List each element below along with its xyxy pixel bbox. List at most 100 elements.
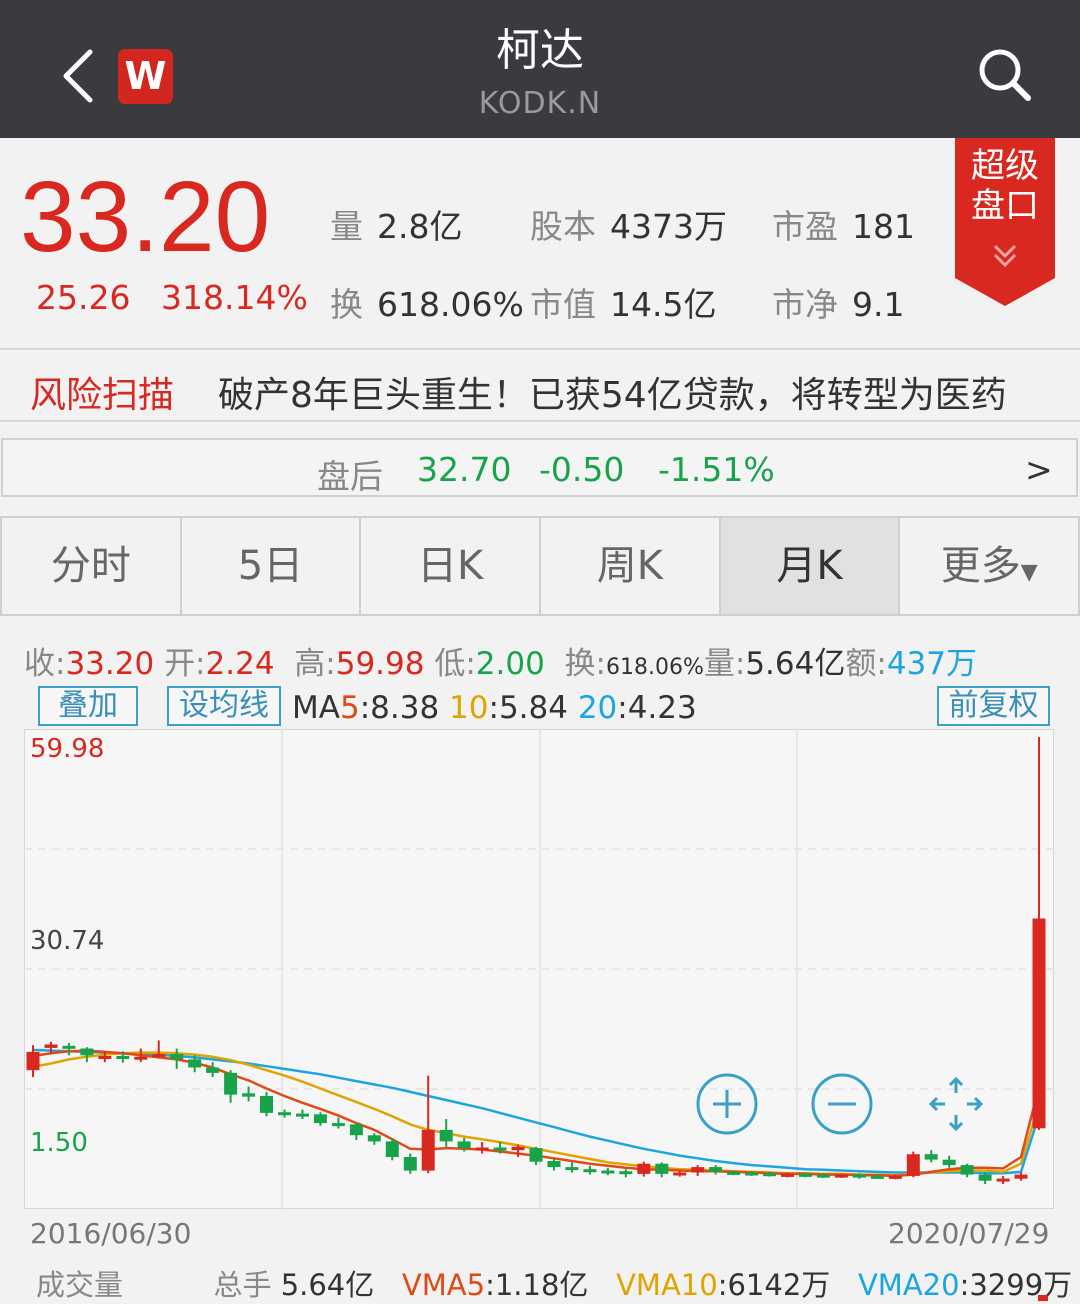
- stock-name: 柯达: [496, 25, 584, 76]
- candle-body: [727, 1171, 741, 1175]
- candle-body: [152, 1054, 166, 1057]
- volume-info-line: 成交量 总手 5.64亿 VMA5:1.18亿 VMA10:6142万 VMA2…: [36, 1268, 1073, 1302]
- tab-more[interactable]: 更多▼: [900, 518, 1078, 614]
- after-hours-bar[interactable]: 盘后 32.70 -0.50 -1.51% >: [1, 438, 1078, 497]
- market-cap-stat: 市值 14.5亿: [530, 285, 717, 324]
- candle-body: [781, 1173, 794, 1177]
- chevron-right-icon[interactable]: >: [1025, 450, 1053, 489]
- volume-bar: [1038, 1295, 1048, 1301]
- candle-body: [1032, 918, 1046, 1129]
- kline-chart[interactable]: [24, 729, 1054, 1209]
- candle-body: [116, 1056, 130, 1059]
- current-price: 33.20: [20, 161, 271, 273]
- candle-body: [799, 1173, 812, 1177]
- candle-body: [601, 1170, 615, 1174]
- zoom-in-icon[interactable]: [696, 1073, 758, 1135]
- back-icon[interactable]: [58, 46, 102, 106]
- candle-body: [529, 1148, 543, 1162]
- candle-body: [367, 1135, 381, 1142]
- risk-headline[interactable]: 破产8年巨头重生！已获54亿贷款，将转型为医药: [218, 366, 1053, 418]
- candle-body: [619, 1171, 633, 1175]
- candle-body: [852, 1174, 866, 1178]
- search-icon[interactable]: [974, 44, 1034, 104]
- chart-start-date: 2016/06/30: [30, 1217, 192, 1250]
- candle-body: [637, 1163, 651, 1174]
- candle-body: [403, 1157, 417, 1171]
- candle-body: [224, 1072, 238, 1095]
- candle-body: [98, 1056, 112, 1059]
- candle-body: [260, 1096, 273, 1113]
- turnover-stat: 换 618.06%: [330, 285, 524, 324]
- candle-body: [296, 1113, 309, 1117]
- candle-body: [691, 1167, 705, 1173]
- candle-body: [565, 1167, 579, 1171]
- candle-body: [547, 1161, 561, 1168]
- tab-intraday[interactable]: 分时: [2, 518, 182, 614]
- candle-body: [888, 1175, 902, 1179]
- candle-body: [511, 1146, 525, 1151]
- overlay-button[interactable]: 叠加: [38, 686, 138, 726]
- y-axis-low-label: 1.50: [30, 1128, 88, 1158]
- after-hours-price: 32.70: [417, 450, 512, 489]
- candle-body: [278, 1112, 291, 1116]
- candle-body: [1014, 1174, 1028, 1179]
- y-axis-mid-label: 30.74: [30, 926, 105, 956]
- chart-end-date: 2020/07/29: [888, 1217, 1050, 1250]
- tab-daily-k[interactable]: 日K: [361, 518, 542, 614]
- candle-body: [170, 1054, 184, 1060]
- pe-stat: 市盈 181: [772, 207, 915, 246]
- candle-body: [421, 1129, 435, 1171]
- after-hours-label: 盘后: [317, 457, 383, 496]
- ma-values: MA5:8.38 10:5.84 20:4.23: [292, 690, 697, 726]
- candle-body: [313, 1114, 327, 1124]
- candle-body: [745, 1172, 759, 1176]
- shares-stat: 股本 4373万: [530, 207, 727, 246]
- candle-body: [870, 1175, 884, 1179]
- tab-5day[interactable]: 5日: [182, 518, 362, 614]
- candle-body: [349, 1124, 363, 1136]
- divider: [0, 348, 1080, 350]
- candle-body: [188, 1059, 202, 1068]
- candle-body: [924, 1154, 938, 1160]
- candle-body: [996, 1178, 1010, 1182]
- candle-body: [206, 1067, 220, 1073]
- candle-body: [439, 1129, 453, 1142]
- set-ma-button[interactable]: 设均线: [167, 686, 281, 726]
- tab-more-label: 更多: [940, 543, 1021, 589]
- candle-body: [80, 1048, 94, 1056]
- after-hours-change: -0.50: [539, 450, 625, 489]
- candle-body: [134, 1056, 148, 1060]
- candle-body: [942, 1159, 956, 1166]
- candle-body: [62, 1045, 76, 1049]
- adjust-price-button[interactable]: 前复权: [937, 686, 1050, 726]
- zoom-out-icon[interactable]: [811, 1073, 873, 1135]
- pb-stat: 市净 9.1: [772, 285, 905, 324]
- volume-stat: 量 2.8亿: [330, 207, 463, 246]
- price-change: 25.26: [36, 278, 131, 317]
- divider: [0, 420, 1080, 422]
- move-icon[interactable]: [925, 1073, 987, 1135]
- price-change-percent: 318.14%: [161, 278, 308, 317]
- tab-weekly-k[interactable]: 周K: [541, 518, 721, 614]
- candle-body: [960, 1165, 974, 1175]
- dropdown-caret-icon: ▼: [1020, 560, 1038, 585]
- after-hours-change-percent: -1.51%: [658, 450, 775, 489]
- candle-body: [816, 1174, 830, 1178]
- risk-scan-label[interactable]: 风险扫描: [30, 366, 174, 418]
- candle-body: [583, 1169, 597, 1173]
- candle-body: [655, 1163, 669, 1174]
- candle-body: [44, 1044, 58, 1048]
- candle-body: [457, 1141, 471, 1149]
- candle-body: [242, 1093, 256, 1097]
- super-panel-label[interactable]: 超级盘口: [955, 146, 1055, 226]
- candle-body: [763, 1173, 776, 1177]
- candle-body: [385, 1141, 399, 1157]
- candle-body: [26, 1051, 40, 1071]
- app-logo-icon: W: [118, 49, 173, 104]
- stock-ticker: KODK.N: [478, 86, 602, 121]
- period-tabs: 分时 5日 日K 周K 月K 更多▼: [0, 516, 1080, 616]
- candle-body: [493, 1147, 507, 1151]
- tab-monthly-k[interactable]: 月K: [720, 518, 901, 614]
- candle-body: [331, 1123, 345, 1127]
- y-axis-high-label: 59.98: [30, 734, 105, 764]
